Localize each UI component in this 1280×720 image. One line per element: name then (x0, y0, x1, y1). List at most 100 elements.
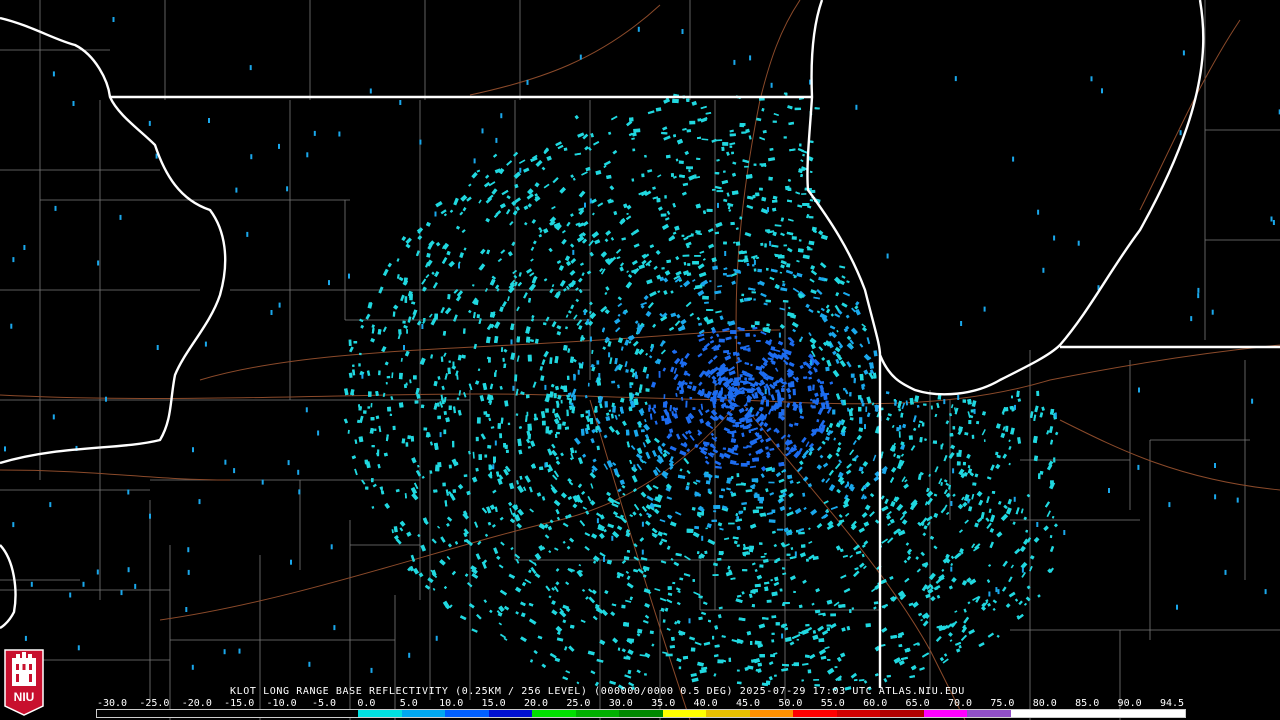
echo-pixel (563, 147, 568, 151)
echo-pixel (754, 321, 760, 326)
echo-pixel (916, 405, 920, 408)
echo-pixel (527, 354, 532, 362)
echo-pixel (402, 320, 406, 324)
echo-pixel (553, 393, 557, 399)
echo-pixel (526, 336, 531, 343)
echo-pixel (580, 428, 585, 436)
echo-pixel (705, 527, 708, 530)
echo-pixel (972, 482, 977, 486)
echo-pixel (353, 340, 358, 344)
echo-pixel (587, 382, 590, 387)
echo-pixel (690, 647, 696, 652)
echo-pixel (741, 293, 745, 297)
echo-pixel (694, 525, 700, 530)
echo-pixel (451, 440, 455, 448)
echo-pixel (768, 519, 776, 523)
echo-pixel (437, 402, 440, 407)
echo-pixel (745, 332, 751, 337)
echo-pixel (678, 160, 684, 165)
echo-pixel (640, 429, 645, 433)
echo-pixel (850, 373, 855, 378)
echo-pixel (791, 236, 797, 240)
echo-pixel (768, 481, 775, 484)
echo-pixel (937, 395, 942, 400)
echo-pixel (633, 128, 641, 133)
echo-pixel (629, 117, 634, 122)
echo-pixel (772, 120, 777, 123)
echo-pixel (721, 146, 725, 151)
echo-pixel (771, 615, 777, 619)
echo-pixel (746, 397, 751, 403)
echo-pixel (843, 387, 846, 391)
echo-pixel (658, 370, 661, 378)
echo-pixel (710, 396, 714, 402)
echo-pixel (779, 588, 783, 592)
echo-pixel (859, 373, 864, 381)
echo-pixel (825, 366, 830, 372)
echo-pixel (448, 464, 452, 469)
echo-pixel (734, 377, 742, 381)
echo-pixel (754, 583, 761, 588)
echo-pixel (389, 413, 393, 417)
echo-pixel (722, 273, 727, 276)
echo-pixel (755, 340, 761, 342)
echo-pixel (970, 409, 974, 413)
echo-pixel (378, 370, 381, 376)
echo-pixel (782, 300, 789, 303)
echo-pixel (786, 553, 791, 556)
echo-pixel (853, 378, 856, 384)
echo-pixel (736, 681, 742, 685)
radar-map[interactable] (0, 0, 1280, 720)
echo-pixel (398, 372, 403, 380)
echo-pixel (781, 397, 785, 401)
echo-pixel (753, 298, 756, 301)
echo-pixel (643, 673, 647, 676)
echo-pixel (484, 454, 488, 458)
echo-pixel (964, 432, 969, 436)
echo-pixel (573, 373, 576, 381)
echo-pixel (782, 567, 785, 570)
echo-pixel (560, 399, 563, 404)
echo-pixel (742, 569, 748, 572)
echo-pixel (503, 443, 506, 448)
echo-pixel (782, 602, 790, 605)
echo-pixel (463, 474, 468, 478)
echo-pixel (405, 442, 409, 447)
echo-pixel (712, 188, 716, 191)
echo-pixel (672, 98, 679, 104)
echo-pixel (452, 489, 457, 493)
echo-pixel (744, 377, 748, 381)
echo-pixel (837, 677, 842, 681)
echo-pixel (968, 419, 972, 425)
echo-pixel (611, 380, 616, 384)
echo-pixel (804, 654, 810, 658)
echo-pixel (694, 255, 701, 257)
echo-pixel (392, 425, 396, 431)
echo-pixel (830, 613, 837, 617)
echo-pixel (645, 388, 650, 392)
echo-pixel (737, 259, 744, 262)
echo-pixel (705, 480, 711, 485)
echo-pixel (629, 382, 634, 386)
echo-pixel (857, 395, 862, 400)
echo-pixel (747, 347, 751, 352)
echo-pixel (392, 311, 396, 317)
echo-pixel (485, 413, 490, 418)
echo-pixel (752, 457, 759, 462)
echo-pixel (681, 234, 685, 237)
echo-pixel (363, 410, 367, 414)
echo-pixel (720, 550, 724, 555)
echo-pixel (456, 397, 460, 400)
echo-pixel (514, 374, 518, 382)
echo-pixel (735, 241, 741, 246)
echo-pixel (670, 173, 674, 177)
echo-pixel (371, 445, 375, 448)
echo-pixel (493, 372, 497, 377)
echo-pixel (794, 107, 802, 111)
echo-pixel (962, 399, 967, 403)
echo-pixel (375, 415, 380, 420)
echo-pixel (702, 295, 709, 300)
echo-pixel (755, 192, 760, 197)
echo-pixel (359, 352, 362, 356)
echo-pixel (407, 435, 412, 440)
